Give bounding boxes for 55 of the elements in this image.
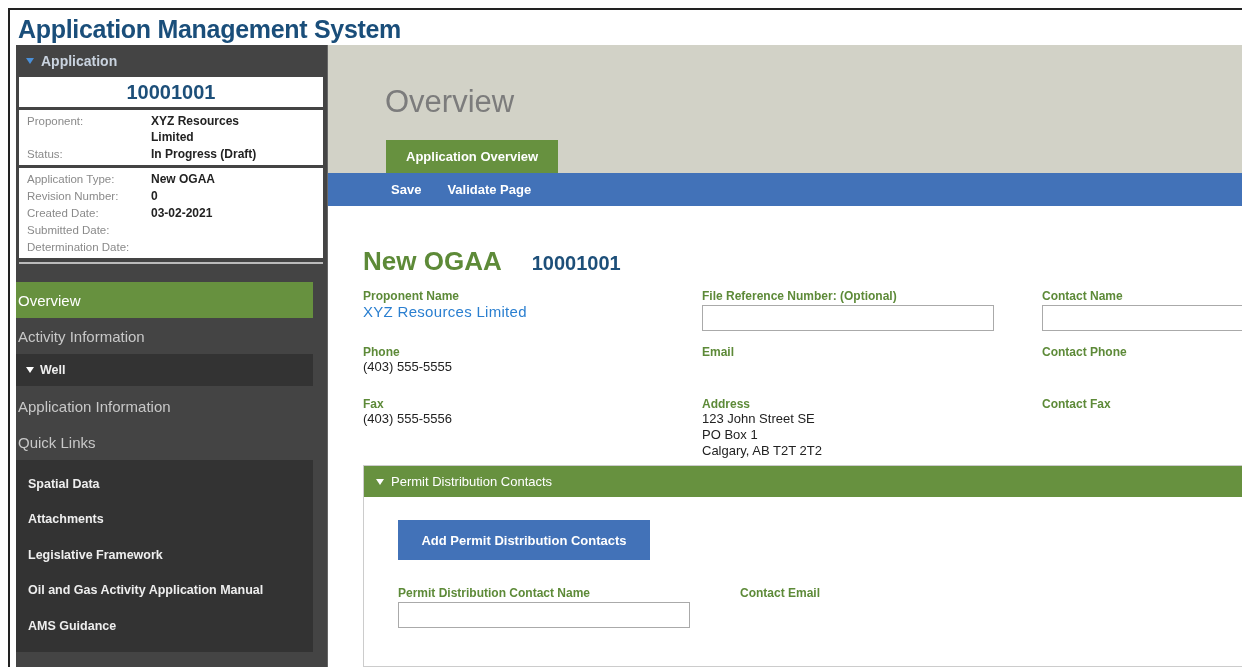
quick-link[interactable]: Attachments <box>16 501 313 537</box>
section-title: Permit Distribution Contacts <box>391 474 553 489</box>
quick-link[interactable]: Legislative Framework <box>16 537 313 573</box>
field-value: (403) 555-5555 <box>363 359 453 375</box>
field-value: PO Box 1 <box>702 427 759 443</box>
input-field[interactable] <box>702 305 994 331</box>
field-label: Email <box>702 345 735 359</box>
nav-item[interactable]: Application Information <box>16 388 313 424</box>
field-value: Calgary, AB T2T 2T2 <box>702 443 823 459</box>
field-label: Contact Phone <box>1042 345 1128 359</box>
quick-link[interactable]: AMS Guidance <box>16 608 313 644</box>
application-id: 10001001 <box>19 77 323 107</box>
add-contacts-button[interactable]: Add Permit Distribution Contacts <box>398 520 650 560</box>
section-title[interactable]: Application <box>41 53 118 69</box>
proponent-link[interactable]: XYZ Resources Limited <box>363 303 702 320</box>
nav-item[interactable]: Overview <box>16 282 313 318</box>
nav-group-label[interactable]: Well <box>40 363 66 377</box>
toolbar-action[interactable]: Save <box>391 182 422 197</box>
field-value: 123 John Street SE <box>702 411 816 427</box>
info-label: Created Date: <box>27 206 100 221</box>
quick-link[interactable]: Spatial Data <box>16 466 313 502</box>
field-label: Proponent Name <box>363 289 460 303</box>
info-value: 0 <box>151 188 159 204</box>
field-label: Contact Name <box>1042 289 1124 303</box>
info-label: Application Type: <box>27 172 116 187</box>
tab[interactable]: Application Overview <box>386 140 559 173</box>
field-label: Fax <box>363 397 385 411</box>
field-label: Phone <box>363 345 401 359</box>
info-value: In Progress (Draft) <box>151 146 258 162</box>
toolbar-action[interactable]: Validate Page <box>447 182 532 197</box>
info-label: Proponent: <box>27 114 85 129</box>
info-value: XYZ Resources Limited <box>151 113 241 145</box>
app-title: Application Management System <box>17 14 403 45</box>
page-title: Overview <box>385 84 516 120</box>
info-label: Determination Date: <box>27 240 131 255</box>
section-header[interactable]: Permit Distribution Contacts <box>364 466 1242 497</box>
application-number: 10001001 <box>531 252 621 275</box>
info-label: Status: <box>27 147 64 162</box>
info-value: New OGAA <box>151 171 216 187</box>
field-label: File Reference Number: (Optional) <box>702 289 898 303</box>
nav-group[interactable]: Well <box>16 354 313 386</box>
field-label: Contact Fax <box>1042 397 1112 411</box>
field-value: (403) 555-5556 <box>363 411 453 427</box>
nav-item[interactable]: Activity Information <box>16 318 313 354</box>
info-value: 03-02-2021 <box>151 205 214 221</box>
application-heading: New OGAA <box>363 246 502 277</box>
field-label: Permit Distribution Contact Name <box>398 586 592 600</box>
info-label: Submitted Date: <box>27 223 111 238</box>
field-label: Address <box>702 397 752 411</box>
quick-link[interactable]: Oil and Gas Activity Application Manual <box>16 572 313 608</box>
caret-icon[interactable] <box>26 366 34 374</box>
field-label: Contact Email <box>740 586 821 600</box>
info-label: Revision Number: <box>27 189 120 204</box>
nav-item[interactable]: Quick Links <box>16 424 313 460</box>
input-field[interactable] <box>398 602 690 628</box>
